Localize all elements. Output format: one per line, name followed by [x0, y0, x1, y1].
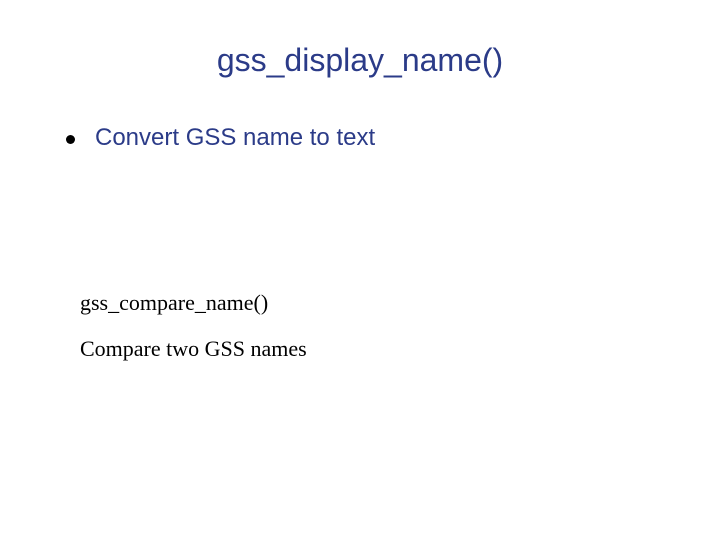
bullet-item: Convert GSS name to text	[66, 124, 660, 152]
subtext: Compare two GSS names	[80, 336, 307, 362]
bullet-list: Convert GSS name to text	[66, 124, 660, 152]
bullet-text: Convert GSS name to text	[95, 124, 375, 152]
subheading: gss_compare_name()	[80, 290, 268, 316]
slide: gss_display_name() Convert GSS name to t…	[0, 0, 720, 540]
bullet-icon	[66, 135, 75, 144]
slide-title: gss_display_name()	[0, 42, 720, 79]
